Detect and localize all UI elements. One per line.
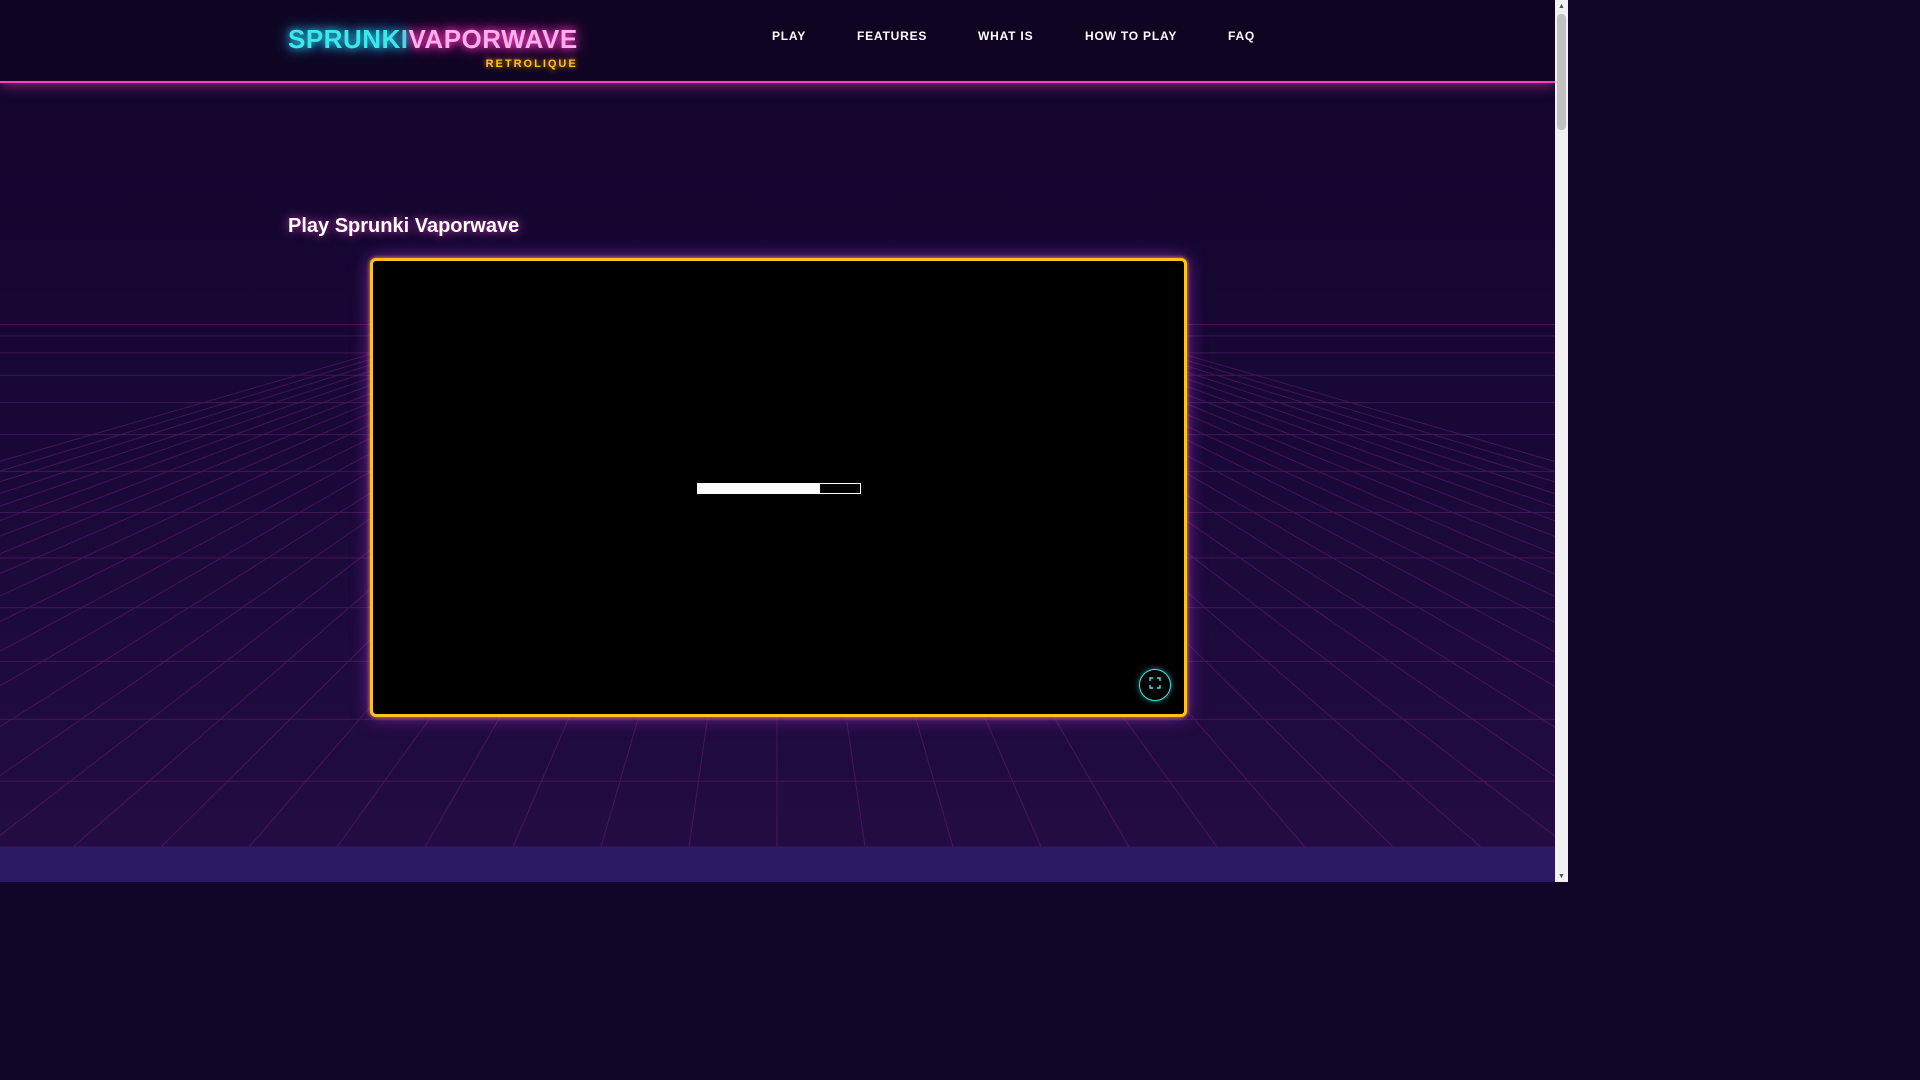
logo-part-vaporwave: VAPORWAVE [408,24,578,54]
section-title: Play Sprunki Vaporwave [288,215,520,237]
logo-title: SPRUNKIVAPORWAVE [288,22,578,56]
expand-icon [1149,676,1161,694]
loading-progress-bar [697,483,861,494]
loading-progress-fill [698,484,820,493]
top-navbar: SPRUNKIVAPORWAVE RETROLIQUE PLAY FEATURE… [0,0,1555,83]
nav-what-is[interactable]: WHAT IS [978,29,1033,43]
game-frame[interactable] [370,258,1187,717]
nav-how-to-play[interactable]: HOW TO PLAY [1085,29,1177,43]
scroll-thumb[interactable] [1557,14,1566,130]
nav-features[interactable]: FEATURES [857,29,927,43]
page: SPRUNKIVAPORWAVE RETROLIQUE PLAY FEATURE… [0,0,1568,882]
page-scrollbar[interactable]: ▲ ▼ [1555,0,1568,882]
scroll-down-icon[interactable]: ▼ [1555,870,1568,882]
logo-part-sprunki: SPRUNKI [288,24,409,54]
scroll-up-icon[interactable]: ▲ [1555,0,1568,12]
nav-play[interactable]: PLAY [772,29,806,43]
nav-faq[interactable]: FAQ [1228,29,1255,43]
bottom-section-bar [0,847,1555,882]
site-logo[interactable]: SPRUNKIVAPORWAVE RETROLIQUE [288,22,578,70]
fullscreen-button[interactable] [1139,669,1171,701]
logo-tagline: RETROLIQUE [485,58,578,70]
